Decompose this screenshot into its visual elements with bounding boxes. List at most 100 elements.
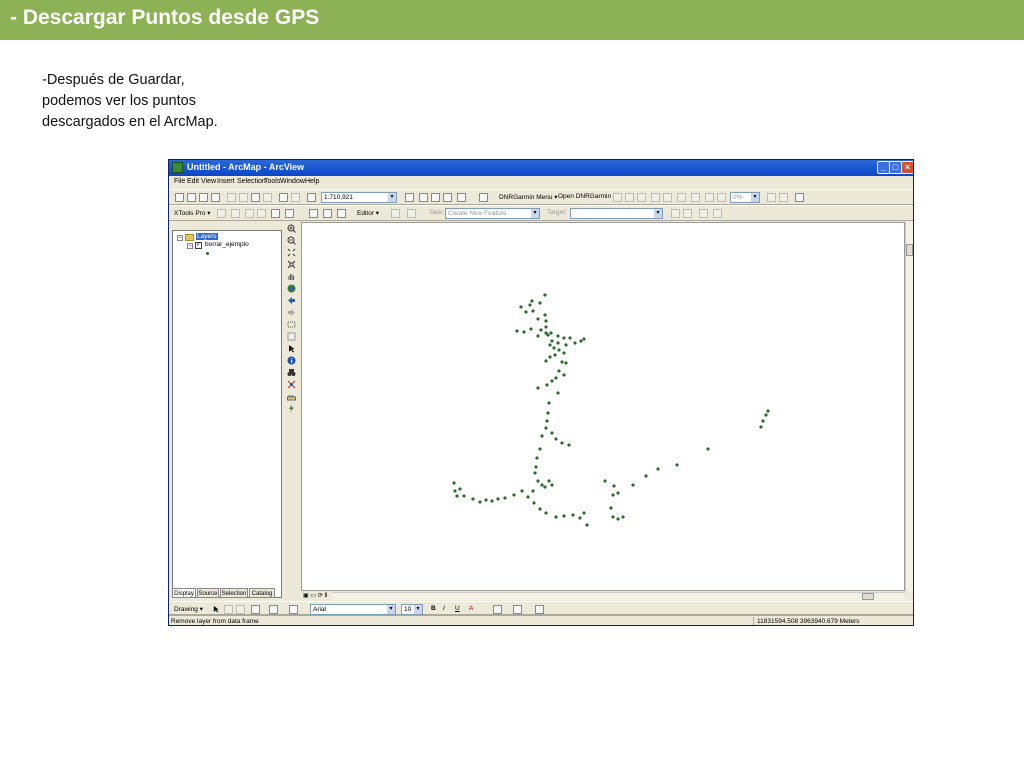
undo-icon[interactable] <box>279 193 288 202</box>
vertical-scrollbar[interactable] <box>905 222 913 592</box>
view-switch-buttons[interactable]: ▣ ▭ ⟳ Ⅱ <box>303 592 331 600</box>
find-icon[interactable] <box>287 368 296 377</box>
menu-file[interactable]: File <box>174 178 185 185</box>
back-extent-icon[interactable] <box>287 296 296 305</box>
xtools-icon-4[interactable] <box>257 209 266 218</box>
layer-visibility-checkbox[interactable]: ✓ <box>195 242 202 249</box>
whats-this-icon[interactable] <box>457 193 466 202</box>
collapse-layer-icon[interactable]: − <box>187 243 193 249</box>
chevron-down-icon[interactable]: ▾ <box>531 209 539 218</box>
rotate-tool-icon[interactable] <box>683 209 692 218</box>
xtools-icon-2[interactable] <box>231 209 240 218</box>
chevron-down-icon[interactable]: ▾ <box>387 605 395 614</box>
pointer-icon[interactable] <box>287 344 296 353</box>
identify-icon[interactable] <box>287 356 296 365</box>
layout-icon-5[interactable] <box>663 193 672 202</box>
menu-tools[interactable]: Tools <box>264 178 280 185</box>
add-data-icon[interactable] <box>307 193 316 202</box>
menu-selection[interactable]: Selection <box>237 178 266 185</box>
select-elements-icon[interactable] <box>287 320 296 329</box>
layout-icon-11[interactable] <box>779 193 788 202</box>
chevron-down-icon[interactable]: ▾ <box>751 193 759 202</box>
font-name-combo[interactable]: Arial ▾ <box>310 604 396 615</box>
toc-layer-name[interactable]: borrar_ejemplo <box>205 241 249 248</box>
layout-icon-4[interactable] <box>651 193 660 202</box>
hyperlink-icon[interactable] <box>287 404 296 413</box>
xtools-icon-1[interactable] <box>217 209 226 218</box>
layout-icon-1[interactable] <box>613 193 622 202</box>
text-tool-icon[interactable] <box>269 605 278 614</box>
fixed-zoom-out-icon[interactable] <box>287 260 296 269</box>
edit-tool-icon[interactable] <box>391 209 400 218</box>
menu-window[interactable]: Window <box>280 178 305 185</box>
open-dnrgarmin-button[interactable]: Open DNRGarmin <box>558 193 611 200</box>
italic-button[interactable]: I <box>443 605 445 612</box>
save-icon[interactable] <box>199 193 208 202</box>
font-size-combo[interactable]: 10 ▾ <box>401 604 423 615</box>
rotate-icon[interactable] <box>224 605 233 614</box>
layout-icon-3[interactable] <box>637 193 646 202</box>
paste-icon[interactable] <box>251 193 260 202</box>
zoom-whole-page-icon[interactable] <box>236 605 245 614</box>
redo-icon[interactable] <box>291 193 300 202</box>
measure-icon[interactable] <box>287 392 296 401</box>
map-canvas[interactable] <box>302 223 905 591</box>
pause-drawing-button[interactable]: Ⅱ <box>324 593 327 599</box>
zoom-in-icon[interactable] <box>287 224 296 233</box>
sketch-tool-icon[interactable] <box>407 209 416 218</box>
font-color-button[interactable]: A <box>469 605 473 612</box>
marker-color-icon[interactable] <box>535 605 544 614</box>
select-element-icon[interactable] <box>212 605 220 613</box>
arccatalog-icon[interactable] <box>431 193 440 202</box>
fill-color-icon[interactable] <box>493 605 502 614</box>
layout-icon-8[interactable] <box>705 193 714 202</box>
xtools-icon-5[interactable] <box>271 209 280 218</box>
arctoolbox-icon[interactable] <box>419 193 428 202</box>
bold-button[interactable]: B <box>431 605 436 612</box>
tab-selection[interactable]: Selection <box>220 588 248 598</box>
xtools-icon-8[interactable] <box>323 209 332 218</box>
split-tool-icon[interactable] <box>671 209 680 218</box>
xtools-icon-7[interactable] <box>309 209 318 218</box>
menu-insert[interactable]: Insert <box>217 178 235 185</box>
task-combo[interactable]: Create New Feature ▾ <box>445 208 540 219</box>
layout-icon-10[interactable] <box>767 193 776 202</box>
new-icon[interactable] <box>175 193 184 202</box>
editor-toolbar-icon[interactable] <box>405 193 414 202</box>
layout-icon-6[interactable] <box>677 193 686 202</box>
go-to-xy-icon[interactable] <box>287 380 296 389</box>
tab-source[interactable]: Source <box>197 588 219 598</box>
xtools-icon-3[interactable] <box>245 209 254 218</box>
layout-icon-7[interactable] <box>691 193 700 202</box>
forward-extent-icon[interactable] <box>287 308 296 317</box>
chevron-down-icon[interactable]: ▾ <box>414 605 422 614</box>
pan-icon[interactable] <box>287 272 296 281</box>
target-combo[interactable]: ▾ <box>570 208 663 219</box>
vertical-scroll-thumb[interactable] <box>906 244 913 256</box>
horizontal-scrollbar[interactable] <box>332 592 905 600</box>
rectangle-icon[interactable] <box>251 605 260 614</box>
map-display[interactable] <box>301 222 905 591</box>
collapse-layers-icon[interactable]: − <box>177 235 183 241</box>
chevron-down-icon[interactable]: ▾ <box>654 209 662 218</box>
horizontal-scroll-thumb[interactable] <box>862 593 874 600</box>
command-line-icon[interactable] <box>443 193 452 202</box>
tab-display[interactable]: Display <box>172 588 196 598</box>
dnrgarmin-icon[interactable] <box>479 193 488 202</box>
underline-button[interactable]: U <box>455 605 460 612</box>
sketch-properties-icon[interactable] <box>713 209 722 218</box>
toc-layers-node[interactable]: Layers <box>196 233 218 240</box>
attributes-icon[interactable] <box>699 209 708 218</box>
layout-view-button[interactable]: ▭ <box>310 593 316 599</box>
dnrgarmin-menu-button[interactable]: DNRGarmin Menu ▾ <box>499 193 558 201</box>
refresh-button[interactable]: ⟳ <box>318 593 323 599</box>
open-icon[interactable] <box>187 193 196 202</box>
xtools-pro-menu[interactable]: XTools Pro ▾ <box>174 209 211 217</box>
tab-catalog[interactable]: Catalog <box>249 588 275 598</box>
chevron-down-icon[interactable]: ▾ <box>388 193 396 202</box>
print-icon[interactable] <box>211 193 220 202</box>
new-text-icon[interactable] <box>289 605 298 614</box>
close-button[interactable]: × <box>901 161 913 174</box>
delete-icon[interactable] <box>263 193 272 202</box>
table-of-contents[interactable]: − Layers − ✓ borrar_ejemplo <box>172 230 282 598</box>
